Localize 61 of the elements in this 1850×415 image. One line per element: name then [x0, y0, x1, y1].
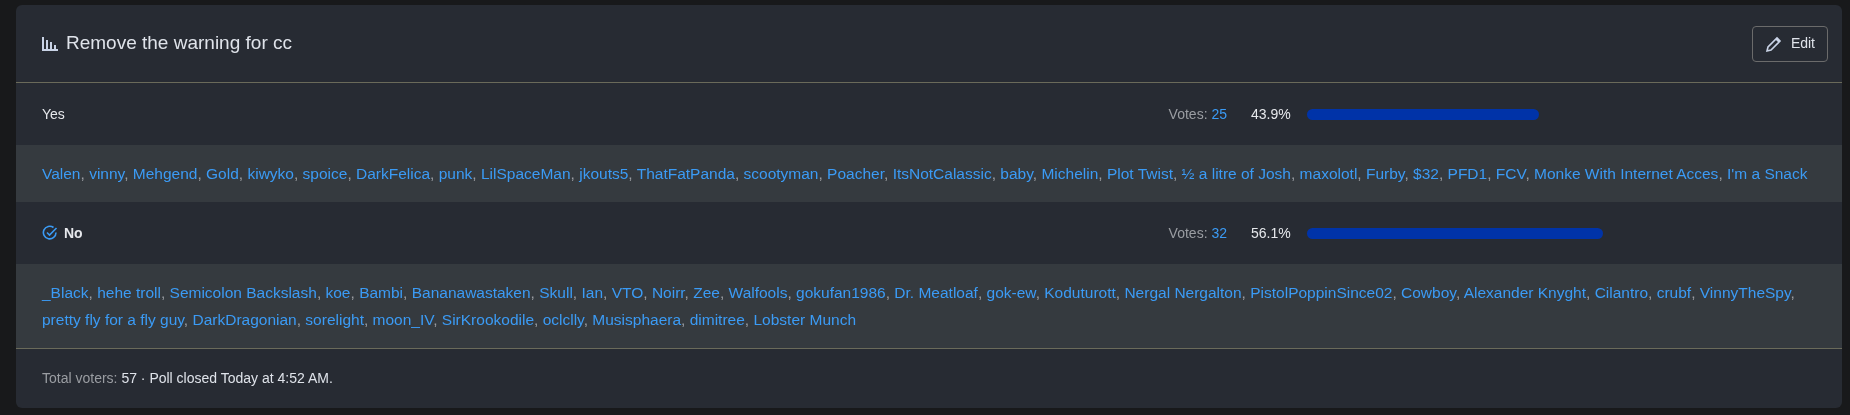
voter-link[interactable]: Semicolon Backslash [169, 284, 317, 301]
option-label: Yes [42, 104, 65, 124]
voter-link[interactable]: Furby [1365, 165, 1405, 182]
voter-link[interactable]: Monke With Internet Acces [1534, 165, 1719, 182]
voter-link[interactable]: Walfools [728, 284, 788, 301]
poll-title: Remove the warning for cc [66, 31, 292, 56]
voter-link[interactable]: spoice [302, 165, 348, 182]
voter-link[interactable]: DarkDragonian [192, 311, 297, 328]
voter-link[interactable]: LilSpaceMan [480, 165, 571, 182]
voter-link[interactable]: oclclly [542, 311, 584, 328]
voter-link[interactable]: FCV [1495, 165, 1526, 182]
voter-link[interactable]: Zee [693, 284, 720, 301]
voter-link[interactable]: moon_IV [372, 311, 434, 328]
voter-link[interactable]: Lobster Munch [753, 311, 856, 328]
voter-link[interactable]: $32 [1413, 165, 1439, 182]
voter-link[interactable]: scootyman [743, 165, 819, 182]
vote-percent: 56.1% [1251, 223, 1292, 243]
voter-link[interactable]: Poacher [827, 165, 884, 182]
voter-link[interactable]: Ian [581, 284, 604, 301]
voter-link[interactable]: SirKrookodile [441, 311, 534, 328]
voter-link[interactable]: Gold [206, 165, 239, 182]
voter-link[interactable]: Bambi [359, 284, 404, 301]
voter-link[interactable]: vinny [89, 165, 125, 182]
voter-link[interactable]: VTO [611, 284, 644, 301]
edit-button[interactable]: Edit [1751, 25, 1828, 62]
voter-link[interactable]: I'm a Snack [1727, 165, 1808, 182]
voter-link[interactable]: PistolPoppinSince02 [1250, 284, 1393, 301]
voter-link[interactable]: ½ a litre of Josh [1181, 165, 1291, 182]
voter-link[interactable]: gok-ew [986, 284, 1036, 301]
option-label: No [64, 223, 83, 243]
pencil-icon [1764, 34, 1783, 53]
voter-link[interactable]: pretty fly for a fly guy [42, 311, 184, 328]
voter-link[interactable]: Valen [42, 165, 81, 182]
voter-link[interactable]: ThatFatPanda [636, 165, 735, 182]
voter-link[interactable]: crubf [1656, 284, 1692, 301]
voter-link[interactable]: ItsNotCalassic [892, 165, 992, 182]
voter-link[interactable]: Skull [539, 284, 573, 301]
bar-chart-icon [42, 36, 58, 51]
voter-link[interactable]: _Black [42, 284, 89, 301]
voter-link[interactable]: Mehgend [132, 165, 198, 182]
voter-link[interactable]: Nergal Nergalton [1124, 284, 1242, 301]
vote-count-text: Votes: 32 [1168, 223, 1227, 243]
voter-list: _Black, hehe troll, Semicolon Backslash, koe, Bambi, Bananawastaken, Skull, Ian, VTO, Noirr, Zee, Walfools, gokufan1986, Dr. Meatloaf, gok-ew, Koduturott, Nergal Nergalton, PistolPoppinSince02, Cowboy, Alexander Knyght, Cilantro, crubf, VinnyTheSpy, pretty fly for a fly guy, DarkDragonian, sorelight, moon_IV, SirKrookodile, oclclly, Musisphaera, dimitree, Lobster Munch [42, 279, 1822, 333]
voter-list: Valen, vinny, Mehgend, Gold, kiwyko, spoice, DarkFelica, punk, LilSpaceMan, jkouts5, ThatFatPanda, scootyman, Poacher, ItsNotCalassic, baby, Michelin, Plot Twist, ½ a litre of Josh, maxolotl, Furby, $32, PFD1, FCV, Monke With Internet Acces, I'm a Snack [42, 160, 1822, 187]
voter-link[interactable]: koe [325, 284, 351, 301]
voter-link[interactable]: baby [1000, 165, 1033, 182]
vote-percent: 43.9% [1251, 104, 1292, 124]
voter-link[interactable]: gokufan1986 [796, 284, 886, 301]
voter-link[interactable]: Noirr [651, 284, 685, 301]
voter-link[interactable]: dimitree [689, 311, 745, 328]
voter-link[interactable]: Bananawastaken [411, 284, 531, 301]
voter-link[interactable]: Plot Twist [1106, 165, 1173, 182]
voter-link[interactable]: Koduturott [1044, 284, 1116, 301]
voter-link[interactable]: kiwyko [247, 165, 294, 182]
voter-link[interactable]: VinnyTheSpy [1699, 284, 1791, 301]
vote-count-text: Votes: 25 [1168, 104, 1227, 124]
poll-status-text: Total voters: 57 · Poll closed Today at 4:52 AM. [42, 369, 333, 388]
voter-link[interactable]: Dr. Meatloaf [894, 284, 978, 301]
voter-link[interactable]: Cowboy [1401, 284, 1456, 301]
voter-link[interactable]: sorelight [305, 311, 364, 328]
voter-link[interactable]: hehe troll [97, 284, 161, 301]
